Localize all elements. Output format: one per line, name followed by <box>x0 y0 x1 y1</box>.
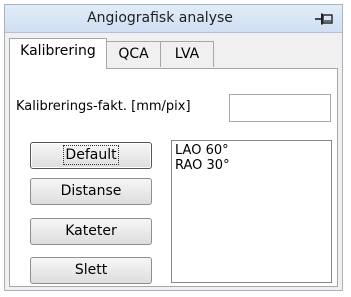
tab-qca-label: QCA <box>118 46 149 62</box>
tab-kalibrering-label: Kalibrering <box>20 43 96 59</box>
pin-icon[interactable] <box>314 12 334 26</box>
list-item[interactable]: RAO 30° <box>175 158 328 173</box>
tab-kalibrering[interactable]: Kalibrering <box>9 38 107 69</box>
panel-title: Angiografisk analyse <box>87 10 233 26</box>
tab-qca[interactable]: QCA <box>106 41 161 67</box>
calibration-factor-input[interactable] <box>229 94 331 122</box>
panel-titlebar: Angiografisk analyse <box>5 5 342 33</box>
tab-content-kalibrering: Kalibrerings-fakt. [mm/pix] Default Dist… <box>9 68 338 287</box>
distanse-button[interactable]: Distanse <box>30 178 152 205</box>
default-button[interactable]: Default <box>30 142 152 169</box>
kateter-button-label: Kateter <box>65 223 117 239</box>
distanse-button-label: Distanse <box>60 183 122 199</box>
tab-lva-label: LVA <box>174 46 200 62</box>
projection-listbox[interactable]: LAO 60° RAO 30° <box>171 140 332 283</box>
default-button-label: Default <box>63 145 119 165</box>
tab-lva[interactable]: LVA <box>160 41 214 67</box>
slett-button[interactable]: Slett <box>30 257 152 284</box>
angiography-panel: Angiografisk analyse Kalibrering QCA LVA… <box>4 4 343 291</box>
tab-strip: Kalibrering QCA LVA <box>5 33 342 69</box>
list-item[interactable]: LAO 60° <box>175 143 328 158</box>
kateter-button[interactable]: Kateter <box>30 218 152 245</box>
slett-button-label: Slett <box>74 262 108 278</box>
calibration-factor-label: Kalibrerings-fakt. [mm/pix] <box>16 99 191 114</box>
